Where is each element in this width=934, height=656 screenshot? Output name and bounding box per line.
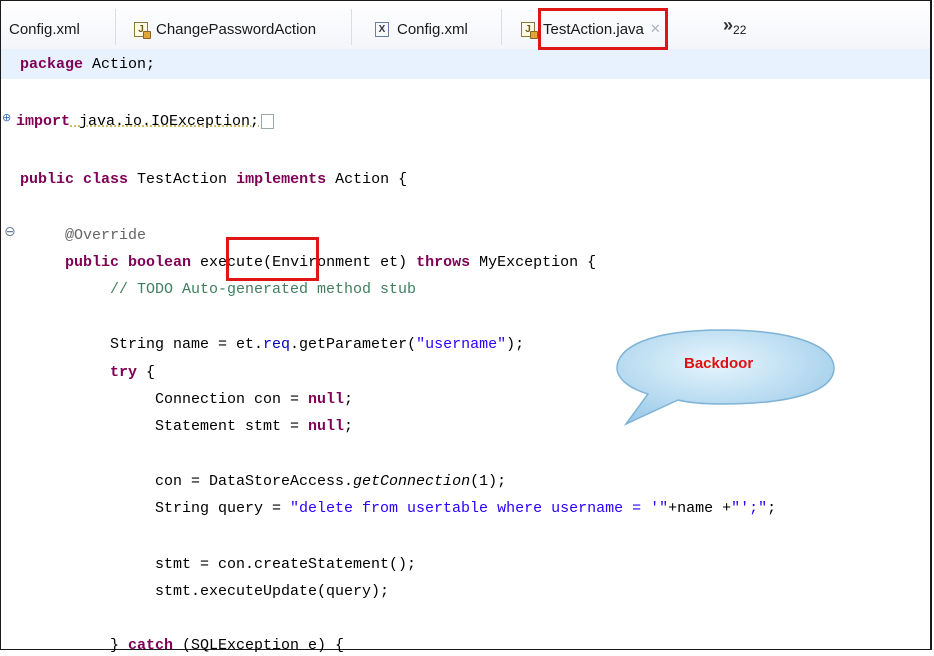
code-line-name-decl: String name = et.req.getParameter("usern… [110, 336, 525, 353]
code-line-stmt-decl: Statement stmt = null; [155, 418, 354, 435]
highlight-box-execute [226, 237, 319, 281]
tab-divider [501, 9, 502, 45]
tab-label: ChangePasswordAction [156, 20, 317, 38]
chevron-right-icon: » [723, 14, 734, 35]
code-line-get-connection: con = DataStoreAccess.getConnection(1); [155, 473, 507, 490]
collapse-fold-icon[interactable]: ⊖ [4, 224, 16, 240]
code-line-todo-comment: // TODO Auto-generated method stub [110, 281, 417, 298]
tab-config-xml-1[interactable]: Config.xml [9, 15, 80, 43]
callout-label-backdoor: Backdoor [684, 355, 754, 372]
xml-file-icon: X [375, 21, 389, 37]
tab-overflow-button[interactable]: » 22 [723, 11, 746, 39]
tab-config-xml-2[interactable]: X Config.xml [375, 15, 468, 43]
code-line-execute-update: stmt.executeUpdate(query); [155, 583, 390, 600]
highlight-box-active-tab [538, 8, 668, 50]
editor-tab-bar: Config.xml J ChangePasswordAction X Conf… [1, 1, 930, 50]
code-line-override: @Override [65, 227, 147, 244]
code-line-method-decl: public boolean execute(Environment et) t… [65, 254, 597, 271]
tab-label: Config.xml [397, 20, 468, 38]
editor-window: Config.xml J ChangePasswordAction X Conf… [0, 0, 932, 650]
tab-divider [351, 9, 352, 45]
tab-divider [115, 9, 116, 45]
code-line-query: String query = "delete from usertable wh… [155, 500, 777, 517]
tab-change-password-action[interactable]: J ChangePasswordAction [134, 15, 316, 43]
code-line-import: import java.io.IOException; [16, 112, 275, 132]
collapsed-import-marker[interactable] [261, 113, 275, 129]
code-line-catch: } catch (SQLException e) { [110, 637, 345, 654]
expand-fold-icon[interactable]: ⊕ [2, 111, 11, 124]
code-line-con-decl: Connection con = null; [155, 391, 354, 408]
code-line-package: package Action; [20, 56, 156, 73]
code-line-create-statement: stmt = con.createStatement(); [155, 556, 417, 573]
tab-label: Config.xml [9, 20, 80, 38]
java-file-icon: J [521, 21, 538, 39]
java-file-icon: J [134, 21, 151, 39]
code-line-try: try { [110, 364, 156, 381]
tab-overflow-count: 22 [733, 23, 747, 37]
code-line-class-decl: public class TestAction implements Actio… [20, 171, 408, 188]
